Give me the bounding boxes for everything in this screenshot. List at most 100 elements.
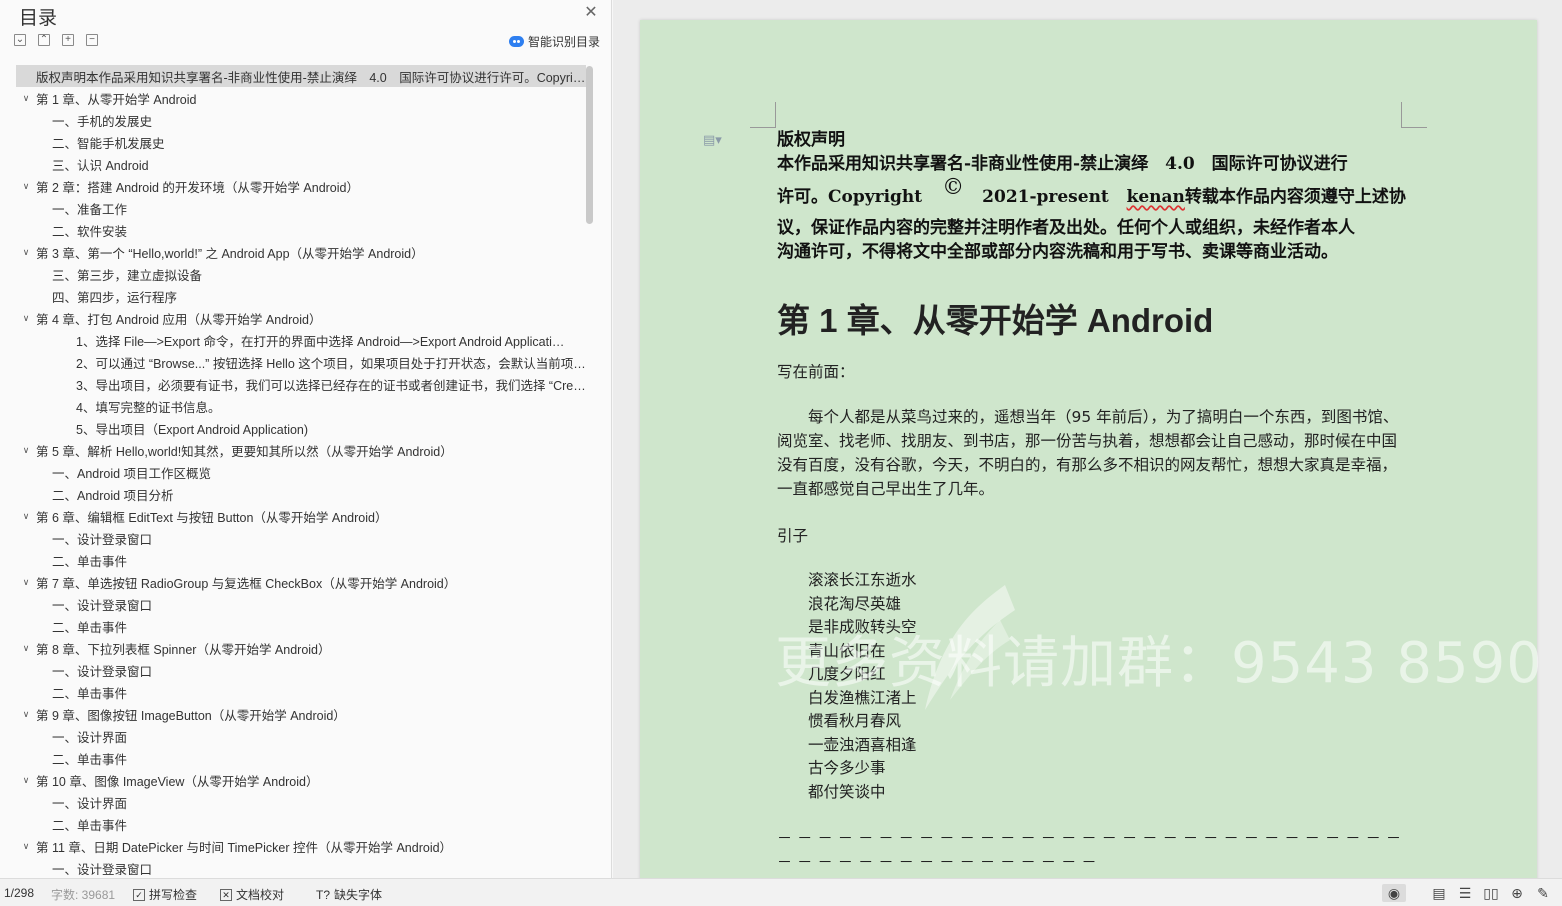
toc-item-label: 一、设计登录窗口 [52,664,153,679]
close-icon[interactable]: ✕ [582,4,600,22]
web-view-icon[interactable]: ⊕ [1508,884,1526,902]
copyright-years: 2021-present [982,187,1109,207]
toc-toolbar: ⌄ ⌃ + − [14,34,98,48]
chevron-down-icon[interactable]: ∨ [16,511,36,522]
collapse-all-icon[interactable]: − [86,34,98,46]
toc-section-item[interactable]: 一、准备工作 [16,197,586,219]
toc-item-label: 一、设计界面 [52,796,128,811]
smart-toc-icon [509,36,524,47]
toc-chapter-item[interactable]: 版权声明本作品采用知识共享署名-非商业性使用-禁止演绎 4.0 国际许可协议进行… [16,65,586,87]
document-area[interactable]: ▤▾ 版权声明 本作品采用知识共享署名-非商业性使用-禁止演绎 4.0 国际许可… [613,0,1562,878]
page-indicator[interactable]: 1/298 [4,886,34,900]
toc-item-label: 第 8 章、下拉列表框 Spinner（从零开始学 Android） [36,642,331,657]
toc-chapter-item[interactable]: ∨ 第 2 章：搭建 Android 的开发环境（从零开始学 Android） [16,175,586,197]
toc-section-item[interactable]: 一、手机的发展史 [16,109,586,131]
chevron-down-icon[interactable]: ∨ [16,709,36,720]
toc-section-item[interactable]: 二、智能手机发展史 [16,131,586,153]
toc-chapter-item[interactable]: ∨ 第 3 章、第一个 “Hello,world!” 之 Android App（… [16,241,586,263]
chevron-down-icon[interactable]: ∨ [16,247,36,258]
smart-toc-button[interactable]: 智能识别目录 [509,33,600,50]
toc-section-item[interactable]: 二、单击事件 [16,747,586,769]
poem-line: 几度夕阳红 [808,665,886,683]
toc-item-label: 三、第三步，建立虚拟设备 [52,268,203,283]
poem-line: 浪花淘尽英雄 [808,594,902,613]
copyright-line: 本作品采用知识共享署名-非商业性使用-禁止演绎 4.0 国际许可协议进行 [777,154,1348,174]
poem-line: 白发渔樵江渚上 [808,688,917,707]
toc-item-label: 二、单击事件 [52,818,128,833]
spell-check-button[interactable]: ✓ 拼写检查 [133,886,197,903]
toc-section-item[interactable]: 三、认识 Android [16,153,586,175]
toc-section-item[interactable]: 1、选择 File—>Export 命令，在打开的界面中选择 Android—>… [16,329,586,351]
watermark-logo-icon [925,585,1015,710]
chevron-down-icon[interactable]: ∨ [16,775,36,786]
toc-item-label: 一、设计登录窗口 [52,598,153,613]
toc-chapter-item[interactable]: ∨ 第 5 章、解析 Hello,world!知其然，更要知其所以然（从零开始学 … [16,439,586,461]
paragraph-menu-icon[interactable]: ▤▾ [703,132,722,148]
toc-scrollbar[interactable] [586,66,593,224]
poem-line: 滚滚长江东逝水 [808,571,917,589]
toc-section-item[interactable]: 一、设计登录窗口 [16,659,586,681]
toc-section-item[interactable]: 一、设计登录窗口 [16,527,586,549]
toc-item-label: 一、设计界面 [52,730,128,745]
toc-section-item[interactable]: 二、单击事件 [16,615,586,637]
toc-section-item[interactable]: 一、Android 项目工作区概览 [16,461,586,483]
collapse-up-icon[interactable]: ⌃ [38,34,50,46]
word-count[interactable]: 字数: 39681 [51,886,115,903]
toc-section-item[interactable]: 2、可以通过 “Browse...” 按钮选择 Hello 这个项目，如果项目处… [16,351,586,373]
document-page[interactable]: ▤▾ 版权声明 本作品采用知识共享署名-非商业性使用-禁止演绎 4.0 国际许可… [640,20,1562,878]
toc-section-item[interactable]: 二、单击事件 [16,549,586,571]
chevron-down-icon[interactable]: ∨ [16,577,36,588]
reading-view-icon[interactable]: ▯▯ [1482,884,1500,902]
toc-section-item[interactable]: 三、第三步，建立虚拟设备 [16,263,586,285]
toc-section-item[interactable]: 二、软件安装 [16,219,586,241]
toc-chapter-item[interactable]: ∨ 第 8 章、下拉列表框 Spinner（从零开始学 Android） [16,637,586,659]
expand-down-icon[interactable]: ⌄ [14,34,26,46]
copyright-line: 沟通许可，不得将文中全部或部分内容洗稿和用于写书、卖课等商业活动。 [777,242,1338,262]
page-view-icon[interactable]: ▤ [1430,884,1448,902]
toc-item-label: 一、设计登录窗口 [52,862,153,876]
chevron-down-icon[interactable]: ∨ [16,445,36,456]
toc-section-item[interactable]: 二、单击事件 [16,813,586,835]
chevron-down-icon[interactable]: ∨ [16,313,36,324]
chevron-down-icon[interactable]: ∨ [16,643,36,654]
toc-item-label: 三、认识 Android [52,158,149,173]
toc-section-item[interactable]: 一、设计界面 [16,725,586,747]
chevron-down-icon[interactable]: ∨ [16,841,36,852]
toc-chapter-item[interactable]: ∨ 第 1 章、从零开始学 Android [16,87,586,109]
toc-chapter-item[interactable]: ∨ 第 4 章、打包 Android 应用（从零开始学 Android） [16,307,586,329]
missing-fonts-button[interactable]: T? 缺失字体 [316,886,382,903]
toc-chapter-item[interactable]: ∨ 第 7 章、单选按钮 RadioGroup 与复选框 CheckBox（从零开… [16,571,586,593]
toc-item-label: 一、Android 项目工作区概览 [52,466,212,481]
poem-line: 都付笑谈中 [808,782,886,801]
toc-item-label: 3、导出项目，必须要有证书，我们可以选择已经存在的证书或者创建证书，我们选择 “… [76,378,586,393]
toc-item-label: 版权声明本作品采用知识共享署名-非商业性使用-禁止演绎 4.0 国际许可协议进行… [36,70,586,85]
chapter-heading: 第 1 章、从零开始学 Android [777,302,1214,339]
separator-line: －－－－－－－－－－－－－－－－－－－－－－－－－－－－－－－－－－－－－－－－… [777,829,1407,871]
toc-section-item[interactable]: 二、单击事件 [16,681,586,703]
toc-chapter-item[interactable]: ∨ 第 10 章、图像 ImageView（从零开始学 Android） [16,769,586,791]
chevron-down-icon[interactable]: ∨ [16,181,36,192]
doc-proof-button[interactable]: ✕ 文档校对 [220,886,284,903]
toc-section-item[interactable]: 一、设计登录窗口 [16,593,586,615]
toc-section-item[interactable]: 一、设计界面 [16,791,586,813]
toc-chapter-item[interactable]: ∨ 第 9 章、图像按钮 ImageButton（从零开始学 Android） [16,703,586,725]
outline-view-icon[interactable]: ☰ [1456,884,1474,902]
toc-item-label: 第 5 章、解析 Hello,world!知其然，更要知其所以然（从零开始学 A… [36,444,453,459]
eye-protection-icon[interactable]: ◉ [1382,884,1406,902]
pen-icon[interactable]: ✎ [1534,884,1552,902]
chevron-down-icon[interactable]: ∨ [16,93,36,104]
expand-all-icon[interactable]: + [62,34,74,46]
toc-item-label: 第 9 章、图像按钮 ImageButton（从零开始学 Android） [36,708,346,723]
toc-item-label: 第 3 章、第一个 “Hello,world!” 之 Android App（从… [36,246,424,261]
toc-section-item[interactable]: 四、第四步，运行程序 [16,285,586,307]
toc-section-item[interactable]: 3、导出项目，必须要有证书，我们可以选择已经存在的证书或者创建证书，我们选择 “… [16,373,586,395]
toc-section-item[interactable]: 二、Android 项目分析 [16,483,586,505]
toc-section-item[interactable]: 4、填写完整的证书信息。 [16,395,586,417]
yinzi-label: 引子 [777,527,809,545]
doc-proof-label: 文档校对 [236,888,285,902]
toc-chapter-item[interactable]: ∨ 第 6 章、编辑框 EditText 与按钮 Button（从零开始学 And… [16,505,586,527]
toc-section-item[interactable]: 一、设计登录窗口 [16,857,586,876]
smart-toc-label: 智能识别目录 [528,35,601,49]
toc-section-item[interactable]: 5、导出项目（Export Android Application) [16,417,586,439]
toc-chapter-item[interactable]: ∨ 第 11 章、日期 DatePicker 与时间 TimePicker 控件（… [16,835,586,857]
